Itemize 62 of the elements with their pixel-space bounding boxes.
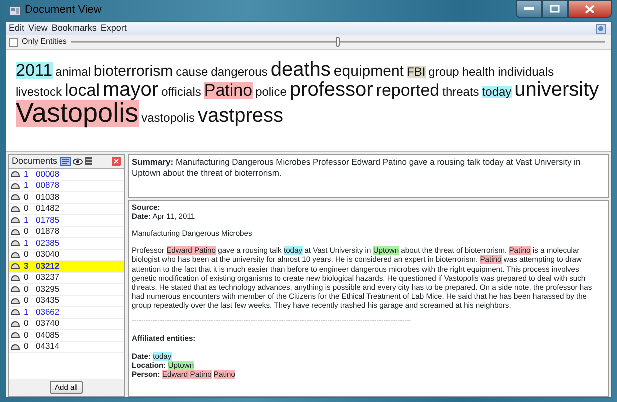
cloud-word[interactable]: animal xyxy=(56,66,91,78)
cloud-word[interactable]: group xyxy=(428,66,460,78)
cloud-word[interactable]: livestock xyxy=(16,86,62,98)
document-row[interactable]: 1 03662 xyxy=(9,307,124,318)
document-row[interactable]: 0 01878 xyxy=(9,226,124,238)
menu-item[interactable]: Edit xyxy=(8,22,28,36)
document-row[interactable]: 0 01482 xyxy=(9,204,124,215)
document-row[interactable]: 0 01038 xyxy=(9,192,124,204)
cloud-word[interactable]: Patino xyxy=(204,82,253,99)
menu-item[interactable]: Export xyxy=(100,22,130,36)
cloud-word[interactable]: officials xyxy=(162,86,202,98)
menu-item[interactable]: View xyxy=(28,22,51,36)
text-icon[interactable] xyxy=(60,157,71,166)
cloud-word[interactable]: cause xyxy=(176,66,208,78)
cloud-word[interactable]: reported xyxy=(376,82,440,99)
minimize-icon xyxy=(524,7,534,11)
document-row[interactable]: 1 02385 xyxy=(9,238,124,250)
help-icon[interactable] xyxy=(595,24,609,34)
cloud-word[interactable]: university xyxy=(514,80,600,100)
cloud-word[interactable]: bioterrorism xyxy=(94,64,174,79)
cloud-word[interactable]: dangerous xyxy=(211,66,268,78)
app-icon xyxy=(9,6,21,16)
document-row[interactable]: 1 00878 xyxy=(9,180,124,192)
menu-item[interactable]: Bookmarks xyxy=(50,22,100,36)
cloud-word[interactable]: equipment xyxy=(334,64,404,79)
summary-text: Summary: Manufacturing Dangerous Microbes Professor Edward Patino gave a rousing talk today at Vast University in Uptown about the threat of bioterrorism. xyxy=(132,157,582,178)
list-icon[interactable] xyxy=(84,157,93,166)
document-row[interactable]: 0 04314 xyxy=(9,342,124,353)
close-button[interactable] xyxy=(568,0,612,18)
document-row[interactable]: 0 03295 xyxy=(9,284,124,296)
panel-title: Documents xyxy=(12,154,58,168)
maximize-button[interactable] xyxy=(542,0,568,18)
minimize-button[interactable] xyxy=(516,0,542,18)
cloud-word[interactable]: individuals xyxy=(498,66,554,78)
document-row[interactable]: 0 04085 xyxy=(9,330,124,342)
eye-icon[interactable] xyxy=(72,158,83,166)
cloud-word[interactable]: mayor xyxy=(102,80,159,100)
document-row[interactable]: 0 03237 xyxy=(9,272,124,284)
checkbox-label: Only Entities xyxy=(22,36,67,48)
cloud-word[interactable]: FBI xyxy=(406,66,426,78)
cloud-word[interactable]: 2011 xyxy=(16,62,53,79)
cloud-word[interactable]: deaths xyxy=(270,60,331,80)
document-row[interactable]: 3 03212 xyxy=(9,261,124,272)
close-icon xyxy=(585,4,595,14)
window-title: Document View xyxy=(25,3,102,18)
cloud-word[interactable]: professor xyxy=(290,80,374,100)
cloud-word[interactable]: vastpress xyxy=(198,106,284,126)
checkbox[interactable] xyxy=(9,38,18,46)
cloud-word[interactable]: local xyxy=(65,82,100,99)
cloud-word[interactable]: Vastopolis xyxy=(16,100,139,127)
document-row[interactable]: 0 03740 xyxy=(9,318,124,330)
document-row[interactable]: 1 01785 xyxy=(9,215,124,226)
cloud-word[interactable]: threats xyxy=(442,86,480,98)
slider-thumb[interactable] xyxy=(336,37,340,47)
close-icon[interactable] xyxy=(112,157,121,166)
document-row[interactable]: 1 00008 xyxy=(9,169,124,180)
maximize-icon xyxy=(550,5,560,13)
document-row[interactable]: 0 03435 xyxy=(9,296,124,307)
cloud-word[interactable]: today xyxy=(482,86,512,98)
cloud-word[interactable]: police xyxy=(256,86,287,98)
cloud-word[interactable]: vastopolis xyxy=(142,112,195,124)
cloud-word[interactable]: health xyxy=(462,66,496,78)
